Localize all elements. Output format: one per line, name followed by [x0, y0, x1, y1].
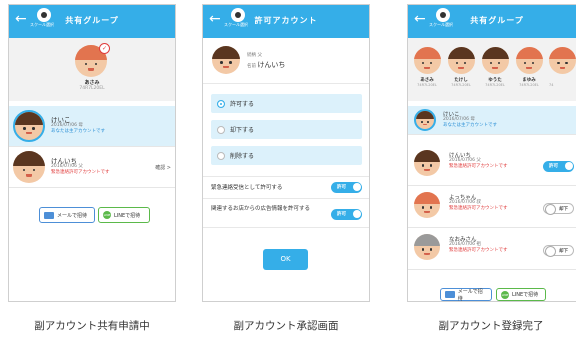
member-id: 74R7L20EL — [79, 86, 105, 91]
invite-by-mail-button[interactable]: メールで招待 — [440, 288, 492, 301]
account-avatar — [212, 46, 240, 74]
caption-1: 副アカウント共有申請中 — [34, 320, 150, 332]
permission-toggle[interactable]: 許可 — [543, 161, 574, 172]
ad-info-toggle[interactable]: 許可 — [331, 209, 362, 220]
avatar — [414, 109, 436, 131]
member-mayumi[interactable]: まゆみ 74R7L20EL — [513, 47, 545, 87]
ok-button[interactable]: OK — [263, 249, 308, 270]
check-badge-icon: ✓ — [99, 43, 110, 54]
radio-button[interactable] — [217, 151, 225, 160]
list-item-keiko[interactable]: けいこ 2016/07/06 母 あなたは主アカウントです — [9, 106, 175, 147]
account-name: 名前 けんいち — [247, 61, 286, 69]
permission-toggle[interactable]: 却下 — [543, 245, 574, 257]
mail-icon — [445, 291, 455, 298]
avatar — [13, 110, 45, 142]
radio-button[interactable] — [217, 99, 225, 108]
member-name: あさみ — [84, 80, 100, 86]
toggle-row-label: 関連するお店からの広告情報を許可する — [211, 206, 311, 212]
avatar — [13, 151, 45, 183]
page-title: 共有グループ — [470, 16, 524, 25]
option-allow[interactable]: 許可する — [211, 94, 362, 113]
member-yuta[interactable]: ゆうた 74R7L20EL — [479, 47, 511, 87]
list-item-naomi[interactable]: なおみさん 2016/07/06 祖 緊急連絡許可アカウントです 却下 — [408, 229, 576, 270]
page-title: 共有グループ — [65, 16, 119, 25]
app-bar: ← スクール選択 許可アカウント — [203, 5, 369, 38]
member-strip: あさみ 74R7L20EL たけし 74R7L20EL ゆうた 74R7L20E… — [408, 38, 576, 101]
list-item-kenichi[interactable]: けんいち 2016/07/06 父 緊急連絡許可アカウントです 許可 — [408, 145, 576, 186]
member-takeshi[interactable]: たけし 74R7L20EL — [445, 47, 477, 87]
screen-approve-account: ← スクール選択 許可アカウント 続柄 父 名前 けんいち 許可する 却下する … — [202, 4, 370, 302]
invite-by-line-button[interactable]: LINE LINEで招待 — [98, 207, 150, 223]
avatar — [414, 192, 440, 218]
screen-share-request: ← スクール選択 共有グループ ✓ あさみ 74R7L20EL けいこ 2016… — [8, 4, 176, 302]
caption-3: 副アカウント登録完了 — [438, 320, 544, 332]
invite-by-line-button[interactable]: LINE LINEで招待 — [496, 288, 546, 301]
list-item-yocchan[interactable]: よっちゃん 2016/07/06 叔 緊急連絡許可アカウントです 却下 — [408, 187, 576, 228]
list-item-kenichi[interactable]: けんいち 2016/07/06 父 緊急連絡許可アカウントです 確認 > — [9, 147, 175, 188]
toggle-row-label: 緊急連絡受信として許可する — [211, 185, 283, 191]
member-partial[interactable]: 74 — [549, 47, 576, 87]
option-delete[interactable]: 削除する — [211, 146, 362, 165]
line-icon: LINE — [103, 211, 111, 219]
app-bar: ← スクール選択 共有グループ — [9, 5, 175, 38]
account-relation: 続柄 父 — [247, 53, 262, 58]
page-title: 許可アカウント — [254, 16, 318, 25]
option-reject[interactable]: 却下する — [211, 120, 362, 139]
line-icon: LINE — [501, 290, 509, 299]
avatar — [414, 150, 440, 176]
screen-registration-complete: ← スクール選択 共有グループ あさみ 74R7L20EL たけし 74R7L2… — [407, 4, 576, 302]
list-item-keiko[interactable]: けいこ 2016/07/06 母 あなたは主アカウントです — [408, 106, 576, 135]
app-bar: ← スクール選択 共有グループ — [408, 5, 576, 38]
mail-icon — [44, 211, 54, 219]
emergency-toggle[interactable]: 許可 — [331, 182, 362, 193]
member-asami[interactable]: あさみ 74R7L20EL — [411, 47, 443, 87]
radio-button[interactable] — [217, 125, 225, 134]
group-header: ✓ あさみ 74R7L20EL — [9, 38, 175, 101]
caption-2: 副アカウント承認画面 — [233, 320, 339, 332]
avatar — [414, 234, 440, 260]
confirm-link[interactable]: 確認 > — [155, 164, 171, 171]
permission-toggle[interactable]: 却下 — [543, 203, 574, 215]
invite-by-mail-button[interactable]: メールで招待 — [39, 207, 95, 223]
